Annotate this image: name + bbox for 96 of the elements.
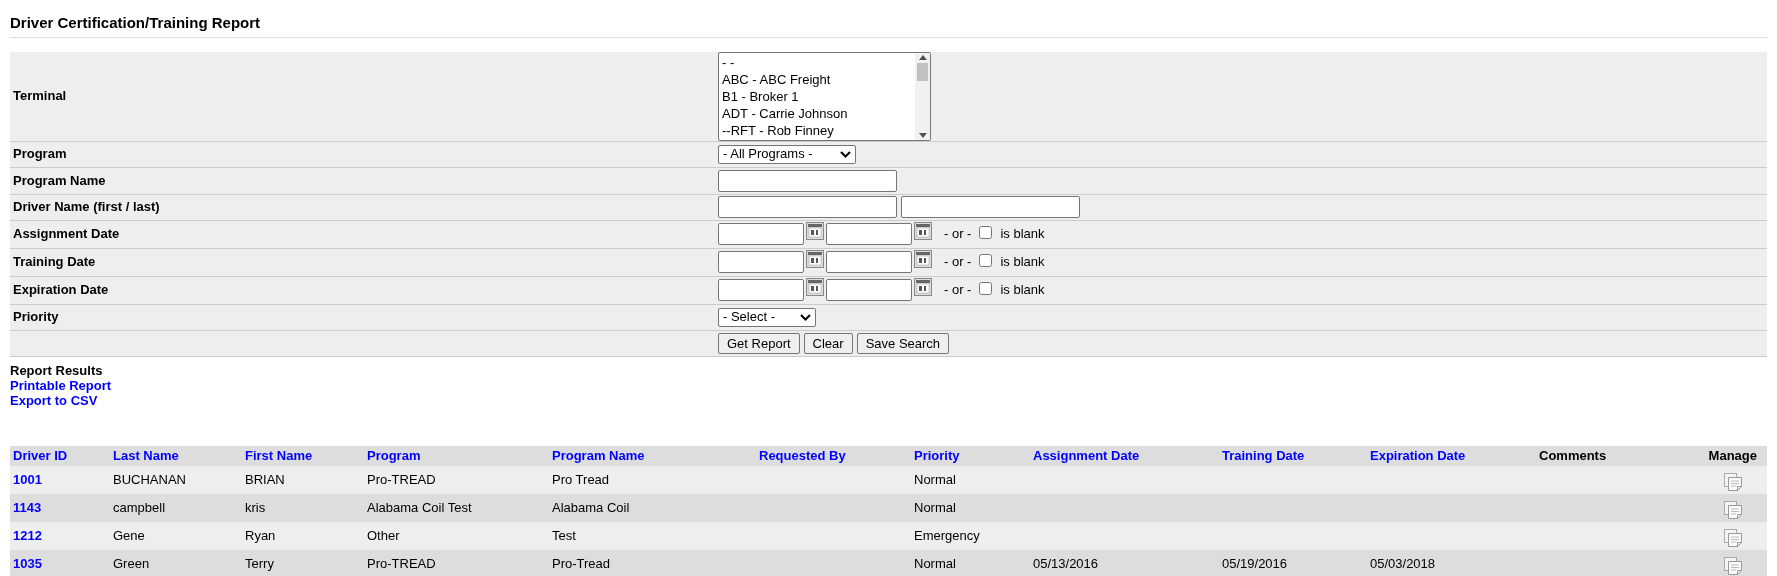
field-label: Terminal (13, 87, 67, 106)
text-field[interactable] (718, 169, 897, 192)
or-text: - or - (944, 225, 972, 244)
form-button[interactable]: Clear (803, 332, 853, 354)
calendar-icon[interactable] (806, 278, 824, 296)
table-cell: Gene (113, 527, 145, 543)
table-cell: Pro-TREAD (367, 555, 436, 571)
column-header: Comments (1539, 447, 1607, 463)
or-text: - or - (944, 281, 972, 300)
column-header-link[interactable]: Priority (914, 447, 960, 463)
report-link[interactable]: Printable Report (10, 377, 112, 393)
form-button[interactable]: Save Search (856, 332, 950, 354)
report-link[interactable]: Export to CSV (10, 392, 98, 408)
copy-icon[interactable] (1723, 555, 1743, 576)
table-cell: campbell (113, 499, 166, 515)
table-cell: Normal (914, 471, 956, 487)
calendar-icon[interactable] (914, 222, 932, 240)
field-label: Driver Name (first / last) (13, 198, 160, 217)
checkbox[interactable] (979, 253, 993, 267)
column-header-link[interactable]: Program (367, 447, 421, 463)
form-button[interactable]: Get Report (718, 332, 800, 354)
field-label: Priority (13, 308, 59, 327)
table-cell: 05/13/2016 (1033, 555, 1099, 571)
column-header-link[interactable]: Last Name (113, 447, 179, 463)
copy-icon[interactable] (1723, 499, 1743, 520)
checkbox-label: is blank (1000, 281, 1045, 300)
table-cell: kris (245, 499, 266, 515)
list-option[interactable]: - - (722, 53, 912, 71)
column-header: Manage (1708, 447, 1757, 463)
table-cell: Alabama Coil (552, 499, 630, 515)
checkbox-label: is blank (1000, 225, 1045, 244)
record-number-link[interactable]: 1001 (13, 471, 42, 487)
table-cell: Emergency (914, 527, 980, 543)
column-header-link[interactable]: Driver ID (13, 447, 68, 463)
text-field[interactable] (718, 196, 897, 218)
record-number-link[interactable]: 1212 (13, 527, 42, 543)
list-option[interactable]: --RFT - Rob Finney (722, 121, 912, 139)
column-header-link[interactable]: Training Date (1222, 447, 1305, 463)
list-option[interactable]: B1 - Broker 1 (722, 87, 912, 105)
calendar-icon[interactable] (914, 250, 932, 268)
scroll-up-arrow-icon[interactable] (918, 54, 927, 60)
text-field[interactable] (901, 196, 1080, 218)
field-label: Program Name (13, 171, 106, 190)
copy-icon[interactable] (1723, 471, 1743, 492)
or-text: - or - (944, 253, 972, 272)
chevron-down-icon (800, 313, 811, 321)
table-cell: Pro Tread (552, 471, 610, 487)
table-cell: 05/19/2016 (1222, 555, 1288, 571)
calendar-icon[interactable] (806, 222, 824, 240)
chevron-down-icon (840, 150, 851, 158)
field-label: Assignment Date (13, 225, 120, 244)
list-box[interactable]: - - ABC - ABC Freight B1 - Broker 1 ADT - Carrie Johnson --RFT - Rob Finney (718, 51, 931, 141)
checkbox[interactable] (979, 281, 993, 295)
table-cell: Terry (245, 555, 274, 571)
field-label: Program (13, 145, 67, 164)
column-header-link[interactable]: First Name (245, 447, 313, 463)
table-cell: Green (113, 555, 150, 571)
checkbox-label: is blank (1000, 253, 1045, 272)
dropdown[interactable]: - All Programs - (718, 144, 856, 164)
scroll-thumb[interactable] (917, 62, 928, 81)
table-cell: Ryan (245, 527, 276, 543)
record-number-link[interactable]: 1035 (13, 555, 42, 571)
record-number-link[interactable]: 1143 (13, 499, 42, 515)
text-field[interactable] (718, 251, 804, 273)
text-field[interactable] (826, 251, 912, 273)
table-cell: Test (552, 527, 576, 543)
section-heading: Report Results (10, 362, 104, 378)
dropdown[interactable]: - Select - (718, 307, 816, 327)
column-header-link[interactable]: Expiration Date (1370, 447, 1466, 463)
table-cell: BRIAN (245, 471, 285, 487)
checkbox[interactable] (979, 225, 993, 239)
field-label: Training Date (13, 253, 96, 272)
calendar-icon[interactable] (806, 250, 824, 268)
scrollbar[interactable] (915, 52, 930, 140)
column-header-link[interactable]: Assignment Date (1033, 447, 1140, 463)
page-title: Driver Certification/Training Report (10, 13, 262, 33)
table-cell: Alabama Coil Test (367, 499, 472, 515)
table-cell: BUCHANAN (113, 471, 186, 487)
table-cell: Pro-Tread (552, 555, 611, 571)
text-field[interactable] (826, 279, 912, 301)
copy-icon[interactable] (1723, 527, 1743, 548)
text-field[interactable] (826, 223, 912, 245)
column-header-link[interactable]: Program Name (552, 447, 645, 463)
table-cell: Pro-TREAD (367, 471, 436, 487)
table-cell: Normal (914, 555, 956, 571)
list-option[interactable]: ADT - Carrie Johnson (722, 104, 912, 122)
list-option[interactable]: ABC - ABC Freight (722, 70, 912, 88)
text-field[interactable] (718, 279, 804, 301)
text-field[interactable] (718, 223, 804, 245)
calendar-icon[interactable] (914, 278, 932, 296)
table-cell: 05/03/2018 (1370, 555, 1436, 571)
table-cell: Other (367, 527, 400, 543)
table-cell: Normal (914, 499, 956, 515)
field-label: Expiration Date (13, 281, 109, 300)
scroll-down-arrow-icon[interactable] (918, 132, 927, 138)
column-header-link[interactable]: Requested By (759, 447, 846, 463)
